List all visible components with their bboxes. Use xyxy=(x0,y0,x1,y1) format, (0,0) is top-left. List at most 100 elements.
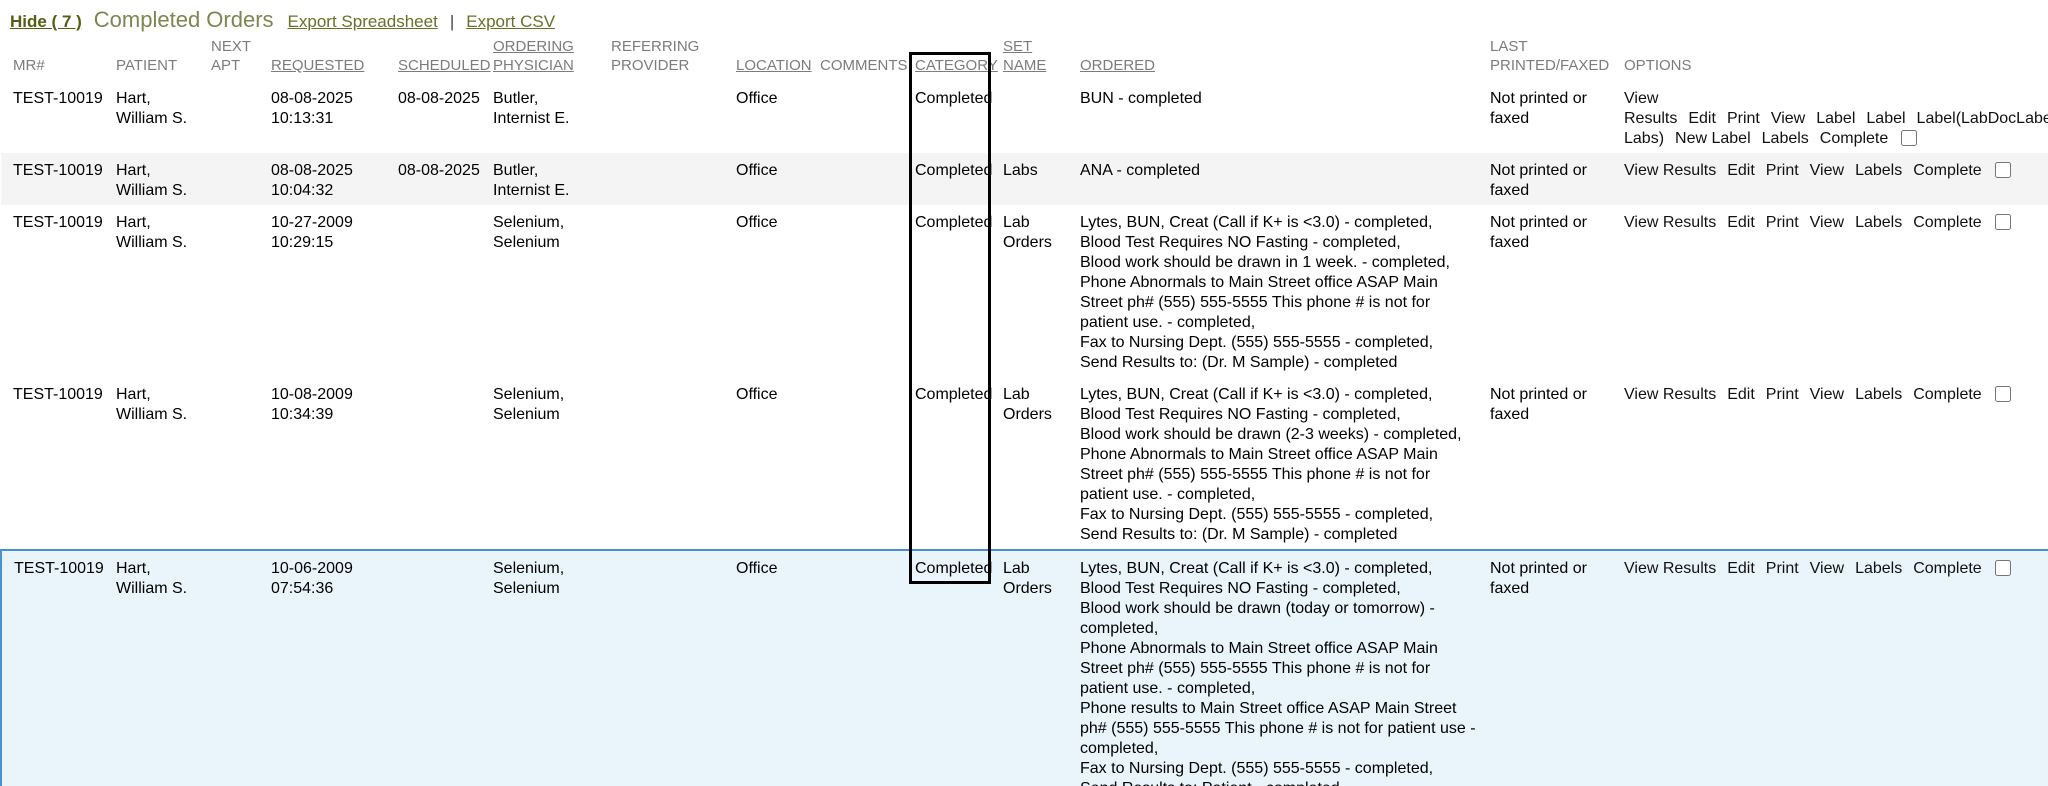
label-link[interactable]: Label xyxy=(1866,110,1905,127)
column-header-label: PATIENT xyxy=(116,57,177,74)
edit-link[interactable]: Edit xyxy=(1727,560,1755,577)
complete-checkbox[interactable] xyxy=(1901,130,1917,146)
column-header-category[interactable]: CATEGORY xyxy=(909,35,997,81)
cell-ordered: Lytes, BUN, Creat (Call if K+ is <3.0) -… xyxy=(1074,550,1484,786)
view-link[interactable]: View xyxy=(1810,560,1844,577)
labels-link[interactable]: Labels xyxy=(1855,560,1902,577)
cell-scheduled xyxy=(392,377,487,550)
print-link[interactable]: Print xyxy=(1766,162,1799,179)
cell-set-name: Labs xyxy=(997,153,1074,205)
view-link[interactable]: View xyxy=(1771,110,1805,127)
edit-link[interactable]: Edit xyxy=(1727,214,1755,231)
complete-link[interactable]: Complete xyxy=(1913,214,1981,231)
complete-link[interactable]: Complete xyxy=(1913,560,1981,577)
labels-link[interactable]: Labels xyxy=(1762,130,1809,147)
cell-location: Office xyxy=(730,205,814,377)
completed-orders-table: MR#PATIENTNEXT APTREQUESTEDSCHEDULEDORDE… xyxy=(0,35,2048,786)
column-header-mr: MR# xyxy=(1,35,110,81)
cell-set-name: Lab Orders xyxy=(997,205,1074,377)
cell-ordered: Lytes, BUN, Creat (Call if K+ is <3.0) -… xyxy=(1074,377,1484,550)
column-header-ordering-physician[interactable]: ORDERING PHYSICIAN xyxy=(487,35,605,81)
view-results-link[interactable]: View Results xyxy=(1624,214,1716,231)
complete-link[interactable]: Complete xyxy=(1820,130,1888,147)
view-results-link[interactable]: View Results xyxy=(1624,560,1716,577)
edit-link[interactable]: Edit xyxy=(1688,110,1716,127)
export-links-divider: | xyxy=(450,12,454,32)
cell-options: View Results Edit Print View Labels Complete xyxy=(1618,550,2048,786)
view-link[interactable]: View xyxy=(1810,162,1844,179)
print-link[interactable]: Print xyxy=(1766,560,1799,577)
column-header-label[interactable]: CATEGORY xyxy=(915,57,998,74)
complete-link[interactable]: Complete xyxy=(1913,386,1981,403)
column-header-label[interactable]: LOCATION xyxy=(736,57,812,74)
column-header-label[interactable]: REQUESTED xyxy=(271,57,364,74)
cell-options: View Results Edit Print View Label Label Label… xyxy=(1618,81,2048,153)
ordered-item: Send Results to: (Dr. M Sample) - comple… xyxy=(1080,525,1478,545)
ordered-item: Lytes, BUN, Creat (Call if K+ is <3.0) -… xyxy=(1080,385,1478,405)
hide-toggle-link[interactable]: Hide ( 7 ) xyxy=(10,12,82,32)
column-header-scheduled[interactable]: SCHEDULED xyxy=(392,35,487,81)
cell-options: View Results Edit Print View Labels Complete xyxy=(1618,377,2048,550)
cell-requested: 10-08-2009 10:34:39 xyxy=(265,377,392,550)
view-results-link[interactable]: View Results xyxy=(1624,162,1716,179)
cell-comments xyxy=(814,205,909,377)
cell-category: Completed xyxy=(909,81,997,153)
column-header-set-name[interactable]: SET NAME xyxy=(997,35,1074,81)
cell-next-apt xyxy=(205,205,265,377)
column-header-label[interactable]: SCHEDULED xyxy=(398,57,491,74)
edit-link[interactable]: Edit xyxy=(1727,386,1755,403)
cell-mr: TEST-10019 xyxy=(1,377,110,550)
order-row[interactable]: TEST-10019Hart, William S. 08-08-2025 10:… xyxy=(1,81,2048,153)
cell-referring xyxy=(605,153,730,205)
label-labdoclabel-link[interactable]: Label(LabDocLabel) xyxy=(1917,110,2048,127)
cell-mr: TEST-10019 xyxy=(1,153,110,205)
cell-options: View Results Edit Print View Labels Complete xyxy=(1618,153,2048,205)
cell-comments xyxy=(814,377,909,550)
complete-checkbox[interactable] xyxy=(1995,560,2011,576)
order-row[interactable]: TEST-10019Hart, William S.10-08-2009 10:… xyxy=(1,377,2048,550)
print-link[interactable]: Print xyxy=(1766,386,1799,403)
export-csv-link[interactable]: Export CSV xyxy=(466,12,555,32)
cell-next-apt xyxy=(205,377,265,550)
column-header-label[interactable]: ORDERED xyxy=(1080,57,1155,74)
labels-link[interactable]: Labels xyxy=(1855,214,1902,231)
labels-link[interactable]: Labels xyxy=(1855,386,1902,403)
cell-patient: Hart, William S. xyxy=(110,81,205,153)
order-row[interactable]: TEST-10019Hart, William S.10-27-2009 10:… xyxy=(1,205,2048,377)
column-header-label[interactable]: SET NAME xyxy=(1003,38,1046,74)
export-spreadsheet-link[interactable]: Export Spreadsheet xyxy=(288,12,438,32)
view-results-link[interactable]: View Results xyxy=(1624,90,1677,127)
cell-location: Office xyxy=(730,550,814,786)
ordered-item: Blood Test Requires NO Fasting - complet… xyxy=(1080,233,1478,253)
view-results-link[interactable]: View Results xyxy=(1624,386,1716,403)
order-row[interactable]: TEST-10019Hart, William S.10-06-2009 07:… xyxy=(1,550,2048,786)
print-link[interactable]: Print xyxy=(1766,214,1799,231)
complete-checkbox[interactable] xyxy=(1995,162,2011,178)
column-header-requested[interactable]: REQUESTED xyxy=(265,35,392,81)
ordered-item: Phone Abnormals to Main Street office AS… xyxy=(1080,273,1478,333)
labels-link[interactable]: Labels xyxy=(1855,162,1902,179)
column-header-label: NEXT APT xyxy=(211,38,251,74)
cell-mr: TEST-10019 xyxy=(1,550,110,786)
print-link[interactable]: Print xyxy=(1727,110,1760,127)
column-header-location[interactable]: LOCATION xyxy=(730,35,814,81)
cell-referring xyxy=(605,377,730,550)
cell-requested: 08-08-2025 10:13:31 xyxy=(265,81,392,153)
column-header-label: REFERRING PROVIDER xyxy=(611,38,699,74)
column-header-ordered[interactable]: ORDERED xyxy=(1074,35,1484,81)
cell-mr: TEST-10019 xyxy=(1,205,110,377)
ordered-item: Fax to Nursing Dept. (555) 555-5555 - co… xyxy=(1080,333,1478,353)
complete-checkbox[interactable] xyxy=(1995,386,2011,402)
complete-checkbox[interactable] xyxy=(1995,214,2011,230)
cell-mr: TEST-10019 xyxy=(1,81,110,153)
edit-link[interactable]: Edit xyxy=(1727,162,1755,179)
ordered-item: Phone Abnormals to Main Street office AS… xyxy=(1080,445,1478,505)
view-link[interactable]: View xyxy=(1810,214,1844,231)
order-row[interactable]: TEST-10019Hart, William S.08-08-2025 10:… xyxy=(1,153,2048,205)
column-header-label[interactable]: ORDERING PHYSICIAN xyxy=(493,38,574,74)
label-link[interactable]: Label xyxy=(1816,110,1855,127)
cell-last-printed-faxed: Not printed or faxed xyxy=(1484,377,1618,550)
view-link[interactable]: View xyxy=(1810,386,1844,403)
new-label-link[interactable]: New Label xyxy=(1675,130,1751,147)
complete-link[interactable]: Complete xyxy=(1913,162,1981,179)
